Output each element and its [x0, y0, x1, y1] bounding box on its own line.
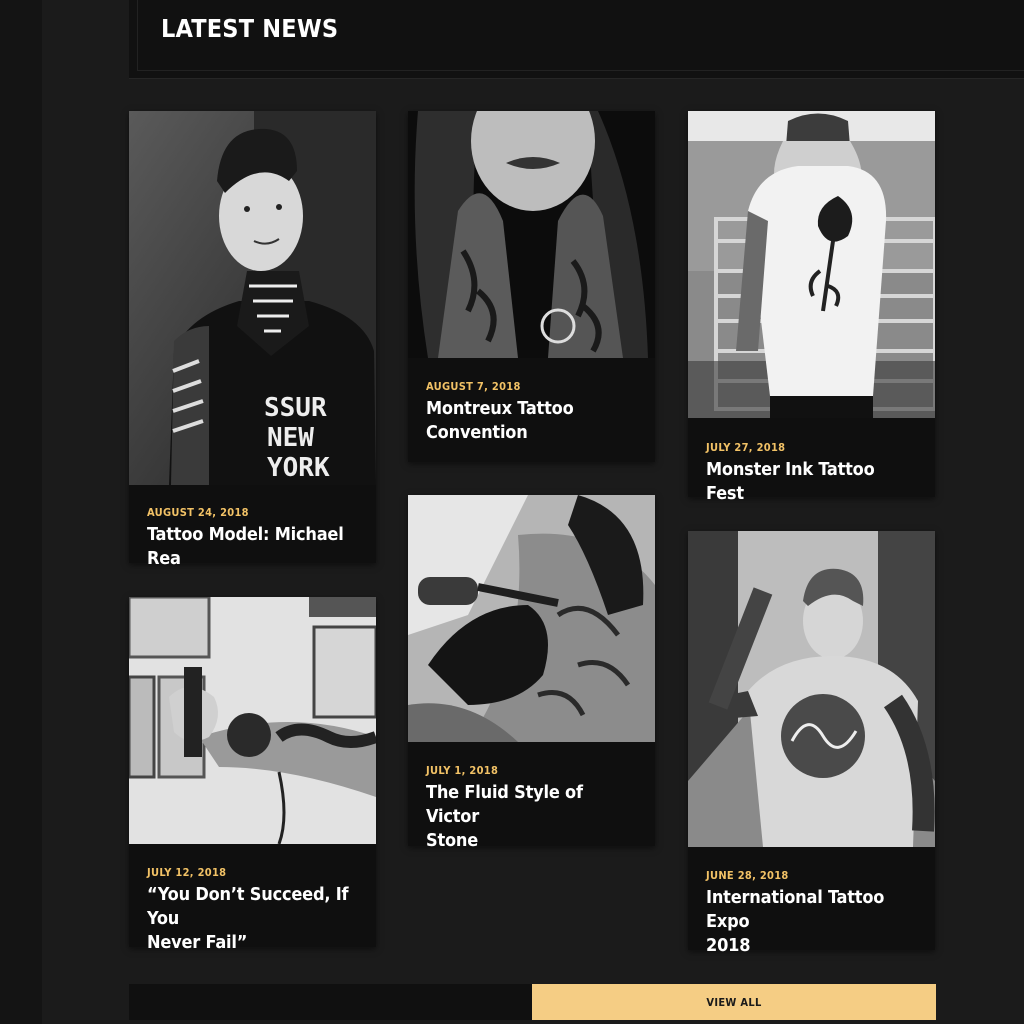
post-title-line2: Stone [426, 830, 479, 851]
post-title[interactable]: Montreux Tattoo Convention [426, 397, 637, 445]
section-header: LATEST NEWS [129, 0, 1024, 79]
post-title-line1: Montreux Tattoo [426, 398, 574, 419]
view-all-button[interactable]: VIEW ALL [532, 984, 936, 1020]
pagination-bar [129, 984, 532, 1020]
post-title-line2: Convention [426, 422, 528, 443]
shirt-text-line2: NEW [267, 423, 314, 453]
post-date: AUGUST 7, 2018 [426, 380, 521, 393]
post-title-line2: Never Fail” [147, 932, 248, 953]
news-card[interactable]: AUGUST 7, 2018 Montreux Tattoo Conventio… [408, 111, 655, 462]
news-card[interactable]: JULY 1, 2018 The Fluid Style of Victor S… [408, 495, 655, 851]
tattoo-model-photo: SSUR NEW YORK [129, 111, 376, 485]
tattooed-man-alley-photo [688, 531, 935, 847]
tattooing-process-photo [408, 495, 655, 742]
shirt-text-line1: SSUR [264, 393, 327, 423]
fence-shirt-photo [688, 111, 935, 418]
post-image[interactable] [408, 495, 655, 742]
post-title-line1: International Tattoo Expo [706, 887, 885, 932]
post-title-line1: The Fluid Style of Victor [426, 782, 583, 827]
post-image[interactable] [688, 531, 935, 847]
section-title: LATEST NEWS [161, 14, 339, 43]
news-card[interactable]: JULY 27, 2018 Monster Ink Tattoo Fest [688, 111, 935, 504]
post-title[interactable]: Tattoo Model: Michael Rea [147, 523, 358, 571]
news-card[interactable]: JULY 12, 2018 “You Don’t Succeed, If You… [129, 597, 376, 953]
post-date: AUGUST 24, 2018 [147, 506, 249, 519]
tattoo-machine-arm-photo [129, 597, 376, 844]
post-date: JULY 1, 2018 [426, 764, 499, 777]
post-date: JUNE 28, 2018 [706, 869, 789, 882]
post-date: JULY 27, 2018 [706, 441, 786, 454]
post-image[interactable]: SSUR NEW YORK [129, 111, 376, 485]
post-image[interactable] [129, 597, 376, 844]
post-date: JULY 12, 2018 [147, 866, 227, 879]
post-title[interactable]: “You Don’t Succeed, If You Never Fail” [147, 883, 358, 955]
shirt-text-line3: YORK [267, 453, 330, 483]
post-title-line2: 2018 [706, 935, 751, 956]
post-image[interactable] [408, 111, 655, 358]
post-image[interactable] [688, 111, 935, 418]
news-card[interactable]: SSUR NEW YORK AUGUST 24, 2018 Tattoo Mod… [129, 111, 376, 569]
post-title[interactable]: International Tattoo Expo 2018 [706, 886, 917, 958]
news-card[interactable]: JUNE 28, 2018 International Tattoo Expo … [688, 531, 935, 956]
post-title[interactable]: Monster Ink Tattoo Fest [706, 458, 917, 506]
post-title[interactable]: The Fluid Style of Victor Stone [426, 781, 637, 853]
post-title-line1: “You Don’t Succeed, If You [147, 884, 349, 929]
left-gutter [0, 0, 42, 1024]
tattooed-woman-photo [408, 111, 655, 358]
